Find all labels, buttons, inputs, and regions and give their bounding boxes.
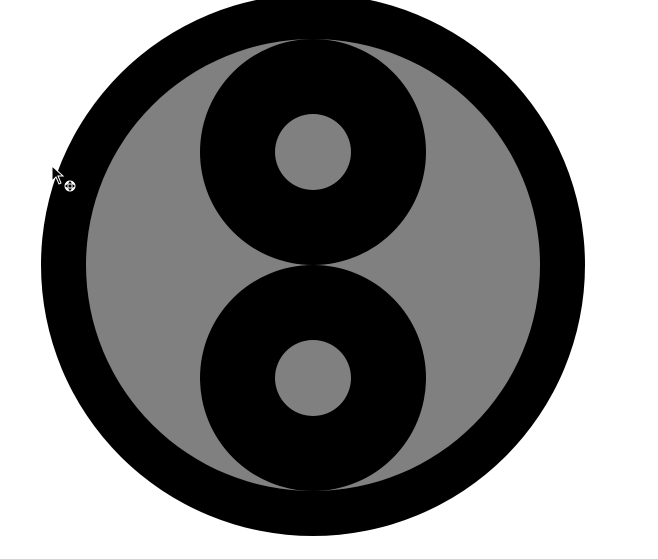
drawing-canvas[interactable] xyxy=(0,0,658,559)
upper-hole[interactable] xyxy=(275,114,351,190)
lower-hole[interactable] xyxy=(275,340,351,416)
